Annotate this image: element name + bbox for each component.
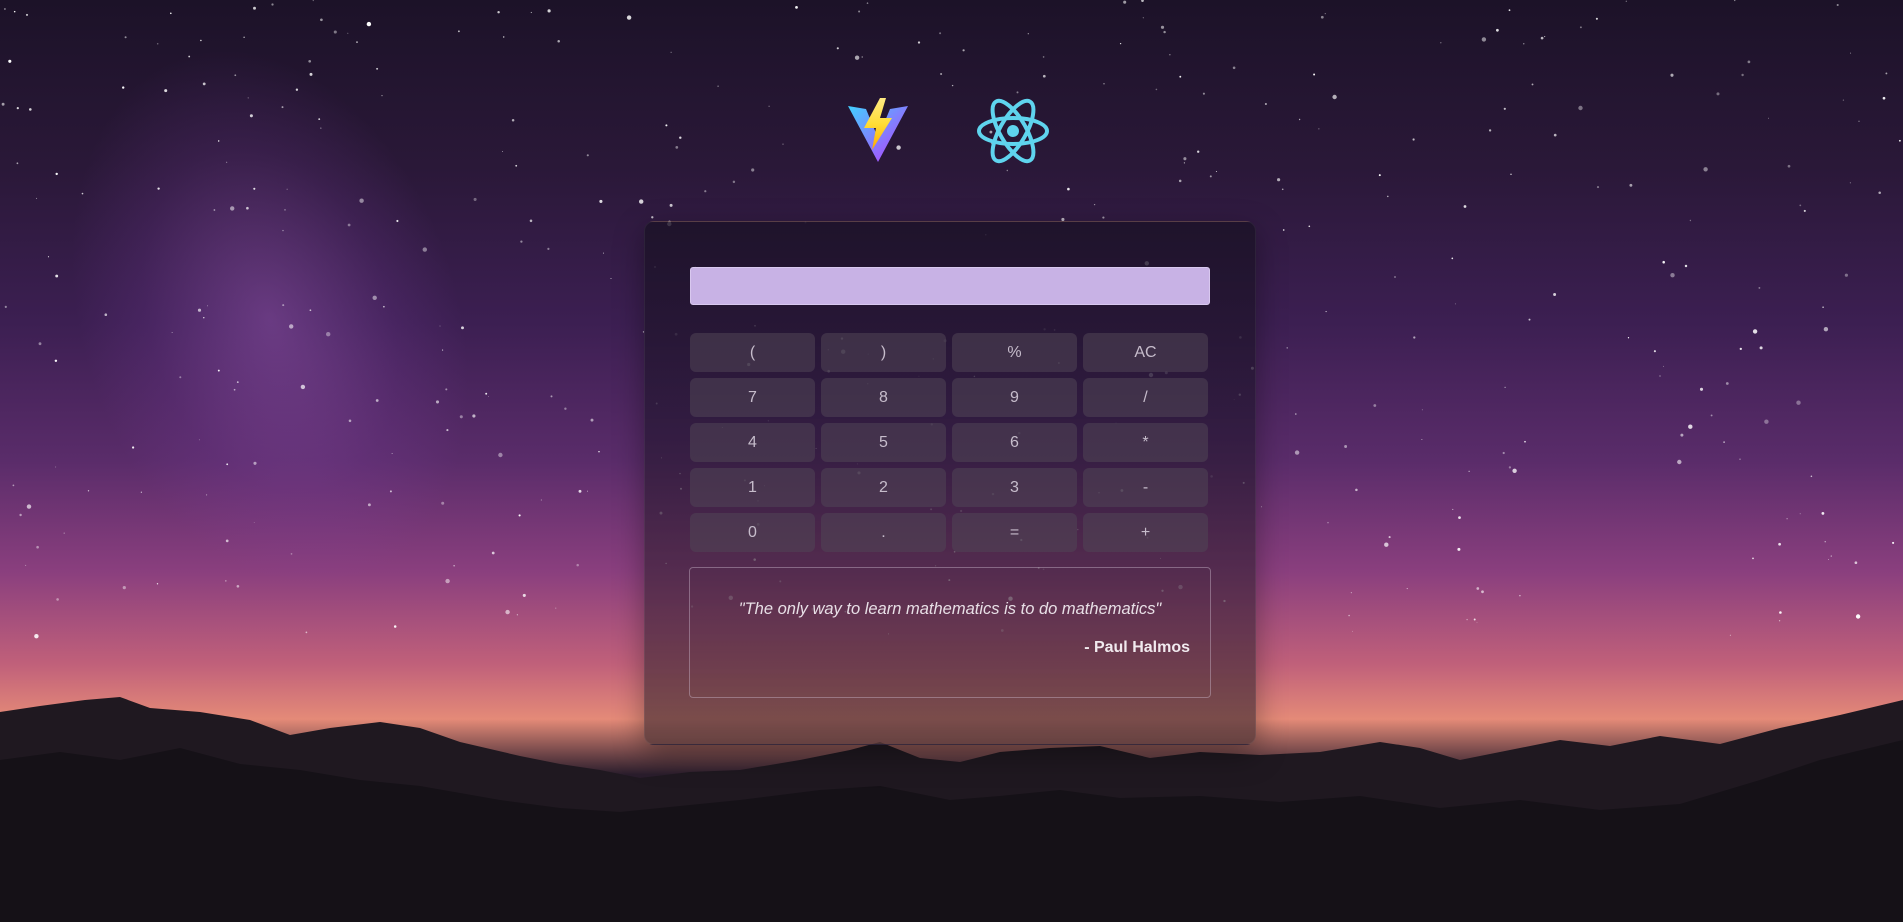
digit-8-key[interactable]: 8 xyxy=(821,378,946,417)
calculator-keypad: ()% AC 7 8 9/ 4 5 6 * 1 2 3- 0. = + xyxy=(690,333,1210,552)
quote-box: "The only way to learn mathematics is to… xyxy=(689,567,1211,698)
digit-0-key[interactable]: 0 xyxy=(690,513,815,552)
decimal-key[interactable]: . xyxy=(821,513,946,552)
divide-key[interactable]: / xyxy=(1083,378,1208,417)
digit-4-key[interactable]: 4 xyxy=(690,423,815,462)
digit-6-key[interactable]: 6 xyxy=(952,423,1077,462)
logos xyxy=(846,98,1049,168)
plus-key[interactable]: + xyxy=(1083,513,1208,552)
close-paren-key[interactable]: ) xyxy=(821,333,946,372)
quote-author: - Paul Halmos xyxy=(1084,639,1190,656)
equals-key[interactable]: = xyxy=(952,513,1077,552)
quote-text: "The only way to learn mathematics is to… xyxy=(738,600,1162,618)
calculator-card: ()% AC 7 8 9/ 4 5 6 * 1 2 3- 0. = + "The only way to l… xyxy=(644,221,1256,745)
digit-2-key[interactable]: 2 xyxy=(821,468,946,507)
calculator-display[interactable] xyxy=(690,267,1210,305)
minus-key[interactable]: - xyxy=(1083,468,1208,507)
digit-7-key[interactable]: 7 xyxy=(690,378,815,417)
digit-5-key[interactable]: 5 xyxy=(821,423,946,462)
react-icon[interactable] xyxy=(976,98,1050,164)
digit-9-key[interactable]: 9 xyxy=(952,378,1077,417)
digit-1-key[interactable]: 1 xyxy=(690,468,815,507)
percent-key[interactable]: % xyxy=(952,333,1077,372)
open-paren-key[interactable]: ( xyxy=(690,333,815,372)
digit-3-key[interactable]: 3 xyxy=(952,468,1077,507)
multiply-key[interactable]: * xyxy=(1083,423,1208,462)
vite-icon[interactable] xyxy=(846,98,910,164)
clear-key[interactable]: AC xyxy=(1083,333,1208,372)
